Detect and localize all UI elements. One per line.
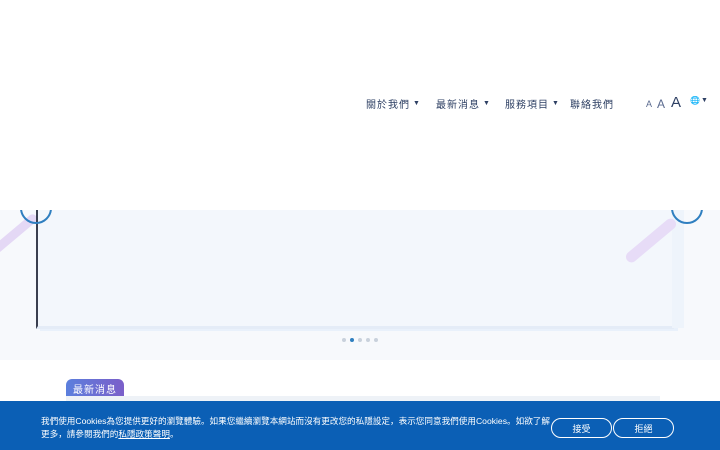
section-tab-news[interactable]: 最新消息 (66, 379, 124, 397)
nav-label: 聯絡我們 (570, 100, 614, 111)
privacy-policy-link[interactable]: 私隱政策聲明 (118, 429, 170, 439)
chevron-down-icon: ▼ (700, 97, 708, 104)
nav-label: 服務項目 (505, 100, 549, 111)
section-tab-label: 最新消息 (73, 384, 117, 396)
cookie-text-end: 。 (169, 429, 179, 439)
slider-pagination (342, 338, 378, 342)
slider-dot[interactable] (358, 338, 362, 342)
nav-label: 關於我們 (366, 100, 410, 111)
nav-item-4[interactable]: 聯絡我們 (570, 96, 614, 111)
globe-icon: 🌐 (690, 96, 700, 105)
nav-label: 最新消息 (436, 100, 480, 111)
nav-item-3[interactable]: 服務項目 ▼ (505, 96, 560, 111)
chevron-down-icon: ▼ (483, 100, 491, 107)
slider-dot[interactable] (374, 338, 378, 342)
chevron-down-icon: ▼ (413, 100, 421, 107)
accept-cookies-button[interactable]: 接受 (551, 418, 612, 438)
site-header: 關於我們 ▼ 最新消息 ▼ 服務項目 ▼ 聯絡我們 A A A 🌐 ▼ (0, 0, 720, 210)
reject-cookies-button[interactable]: 拒絕 (613, 418, 674, 438)
slide-frame (36, 210, 674, 329)
accept-label: 接受 (572, 423, 591, 434)
font-size-large-button[interactable]: A (671, 94, 681, 111)
slider-dot[interactable] (366, 338, 370, 342)
chevron-down-icon: ▼ (552, 100, 560, 107)
font-size-small-button[interactable]: A (646, 99, 652, 109)
cookie-banner: 我們使用Cookies為您提供更好的瀏覽體驗。如果您繼續瀏覽本網站而沒有更改您的… (0, 401, 720, 450)
slider-dot[interactable] (342, 338, 346, 342)
reject-label: 拒絕 (634, 423, 653, 434)
nav-item-2[interactable]: 最新消息 ▼ (436, 96, 491, 111)
language-selector[interactable]: 🌐 ▼ (690, 96, 708, 105)
font-size-medium-button[interactable]: A (657, 97, 665, 111)
cookie-message: 我們使用Cookies為您提供更好的瀏覽體驗。如果您繼續瀏覽本網站而沒有更改您的… (41, 415, 551, 441)
nav-item-1[interactable]: 關於我們 ▼ (366, 96, 421, 111)
slider-dot-active[interactable] (350, 338, 354, 342)
